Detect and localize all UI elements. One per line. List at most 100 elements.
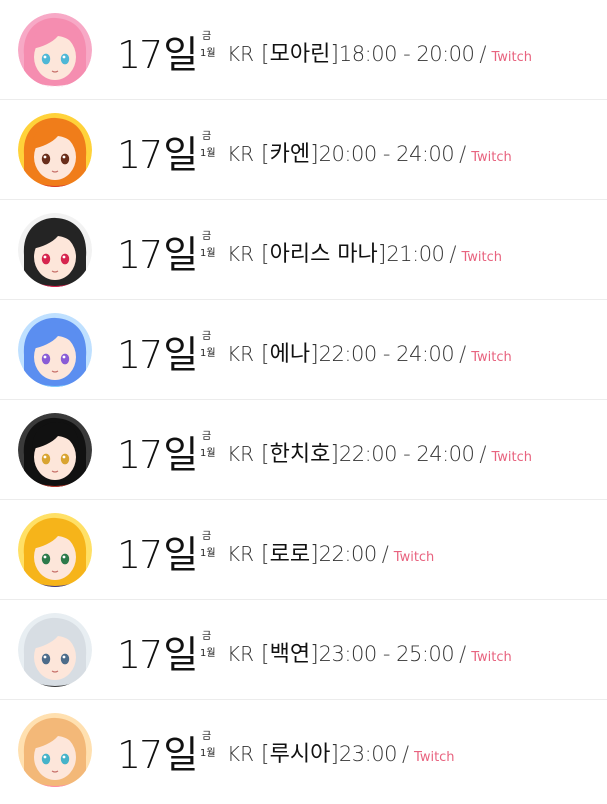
bracket-open: [ bbox=[254, 242, 270, 267]
stream-time: 23:00 bbox=[338, 742, 398, 766]
weekday-month: 금 1월 bbox=[200, 232, 222, 259]
weekday-label: 금 bbox=[202, 231, 212, 242]
streamer-name: 루시아 bbox=[269, 742, 331, 767]
bracket-close: ] bbox=[310, 342, 319, 367]
bracket-close: ] bbox=[330, 42, 339, 67]
day-number: 17 bbox=[117, 433, 163, 477]
avatar-illustration bbox=[18, 113, 92, 187]
avatar-illustration bbox=[18, 713, 92, 787]
bracket-open: [ bbox=[254, 142, 270, 167]
avatar-illustration bbox=[18, 613, 92, 687]
schedule-row: 17 일 금 1월 KR [ 모아린 ] 18:00 - 20:00 / Twi… bbox=[0, 0, 607, 100]
day-number: 17 bbox=[117, 233, 163, 277]
day-suffix: 일 bbox=[163, 333, 199, 377]
avatar bbox=[18, 513, 92, 587]
stream-info: KR [ 카엔 ] 20:00 - 24:00 / Twitch bbox=[227, 136, 512, 168]
separator: / bbox=[459, 642, 467, 666]
separator: / bbox=[449, 242, 457, 266]
avatar-illustration bbox=[18, 13, 92, 87]
day-suffix: 일 bbox=[163, 733, 199, 777]
region-label: KR bbox=[227, 242, 255, 266]
month-label: 1월 bbox=[200, 748, 216, 759]
schedule-row: 17 일 금 1월 KR [ 로로 ] 22:00 / Twitch bbox=[0, 500, 607, 600]
stream-info: KR [ 모아린 ] 18:00 - 20:00 / Twitch bbox=[227, 36, 532, 68]
avatar bbox=[18, 713, 92, 787]
day-number: 17 bbox=[117, 533, 163, 577]
day-suffix: 일 bbox=[163, 33, 199, 77]
schedule-row: 17 일 금 1월 KR [ 에나 ] 22:00 - 24:00 / Twit… bbox=[0, 300, 607, 400]
avatar-illustration bbox=[18, 313, 92, 387]
weekday-label: 금 bbox=[202, 331, 212, 342]
bracket-close: ] bbox=[310, 542, 319, 567]
avatar-illustration bbox=[18, 513, 92, 587]
day-suffix: 일 bbox=[163, 233, 199, 277]
weekday-month: 금 1월 bbox=[200, 732, 222, 759]
weekday-label: 금 bbox=[202, 631, 212, 642]
schedule-row: 17 일 금 1월 KR [ 카엔 ] 20:00 - 24:00 / Twit… bbox=[0, 100, 607, 200]
weekday-month: 금 1월 bbox=[200, 432, 222, 459]
day-number: 17 bbox=[117, 133, 163, 177]
separator: / bbox=[479, 42, 487, 66]
separator: / bbox=[381, 542, 389, 566]
month-label: 1월 bbox=[200, 148, 216, 159]
schedule-row: 17 일 금 1월 KR [ 아리스 마나 ] 21:00 / Twitch bbox=[0, 200, 607, 300]
bracket-close: ] bbox=[330, 742, 339, 767]
streamer-name: 카엔 bbox=[269, 142, 311, 167]
region-label: KR bbox=[227, 42, 255, 66]
region-label: KR bbox=[227, 142, 255, 166]
day-number: 17 bbox=[117, 333, 163, 377]
stream-info: KR [ 한치호 ] 22:00 - 24:00 / Twitch bbox=[227, 436, 532, 468]
bracket-close: ] bbox=[310, 142, 319, 167]
streamer-name: 모아린 bbox=[269, 42, 331, 67]
avatar bbox=[18, 613, 92, 687]
day-of-month: 17 일 bbox=[117, 224, 198, 277]
day-suffix: 일 bbox=[163, 133, 199, 177]
day-suffix: 일 bbox=[163, 433, 199, 477]
weekday-label: 금 bbox=[202, 431, 212, 442]
region-label: KR bbox=[227, 542, 255, 566]
bracket-open: [ bbox=[254, 642, 270, 667]
platform-link[interactable]: Twitch bbox=[394, 550, 435, 565]
bracket-open: [ bbox=[254, 542, 270, 567]
streamer-name: 에나 bbox=[269, 342, 311, 367]
avatar bbox=[18, 113, 92, 187]
day-of-month: 17 일 bbox=[117, 24, 198, 77]
separator: / bbox=[459, 342, 467, 366]
separator: / bbox=[459, 142, 467, 166]
stream-info: KR [ 에나 ] 22:00 - 24:00 / Twitch bbox=[227, 336, 512, 368]
month-label: 1월 bbox=[200, 48, 216, 59]
platform-link[interactable]: Twitch bbox=[471, 650, 512, 665]
month-label: 1월 bbox=[200, 648, 216, 659]
stream-time: 18:00 - 20:00 bbox=[338, 42, 475, 66]
weekday-month: 금 1월 bbox=[200, 332, 222, 359]
weekday-month: 금 1월 bbox=[200, 532, 222, 559]
schedule-row: 17 일 금 1월 KR [ 루시아 ] 23:00 / Twitch bbox=[0, 700, 607, 800]
region-label: KR bbox=[227, 742, 255, 766]
bracket-open: [ bbox=[254, 42, 270, 67]
platform-link[interactable]: Twitch bbox=[414, 750, 455, 765]
weekday-label: 금 bbox=[202, 531, 212, 542]
avatar-illustration bbox=[18, 413, 92, 487]
weekday-label: 금 bbox=[202, 731, 212, 742]
region-label: KR bbox=[227, 642, 255, 666]
platform-link[interactable]: Twitch bbox=[491, 50, 532, 65]
day-suffix: 일 bbox=[163, 533, 199, 577]
stream-time: 23:00 - 25:00 bbox=[318, 642, 455, 666]
month-label: 1월 bbox=[200, 548, 216, 559]
platform-link[interactable]: Twitch bbox=[471, 150, 512, 165]
platform-link[interactable]: Twitch bbox=[471, 350, 512, 365]
stream-time: 21:00 bbox=[386, 242, 445, 266]
avatar bbox=[18, 13, 92, 87]
day-number: 17 bbox=[117, 733, 163, 777]
day-of-month: 17 일 bbox=[117, 624, 198, 677]
avatar bbox=[18, 313, 92, 387]
bracket-open: [ bbox=[254, 342, 270, 367]
streamer-name: 백연 bbox=[269, 642, 311, 667]
bracket-open: [ bbox=[254, 742, 270, 767]
day-of-month: 17 일 bbox=[117, 524, 198, 577]
platform-link[interactable]: Twitch bbox=[491, 450, 532, 465]
weekday-month: 금 1월 bbox=[200, 632, 222, 659]
platform-link[interactable]: Twitch bbox=[462, 250, 503, 265]
weekday-label: 금 bbox=[202, 31, 212, 42]
schedule-row: 17 일 금 1월 KR [ 한치호 ] 22:00 - 24:00 / Twi… bbox=[0, 400, 607, 500]
